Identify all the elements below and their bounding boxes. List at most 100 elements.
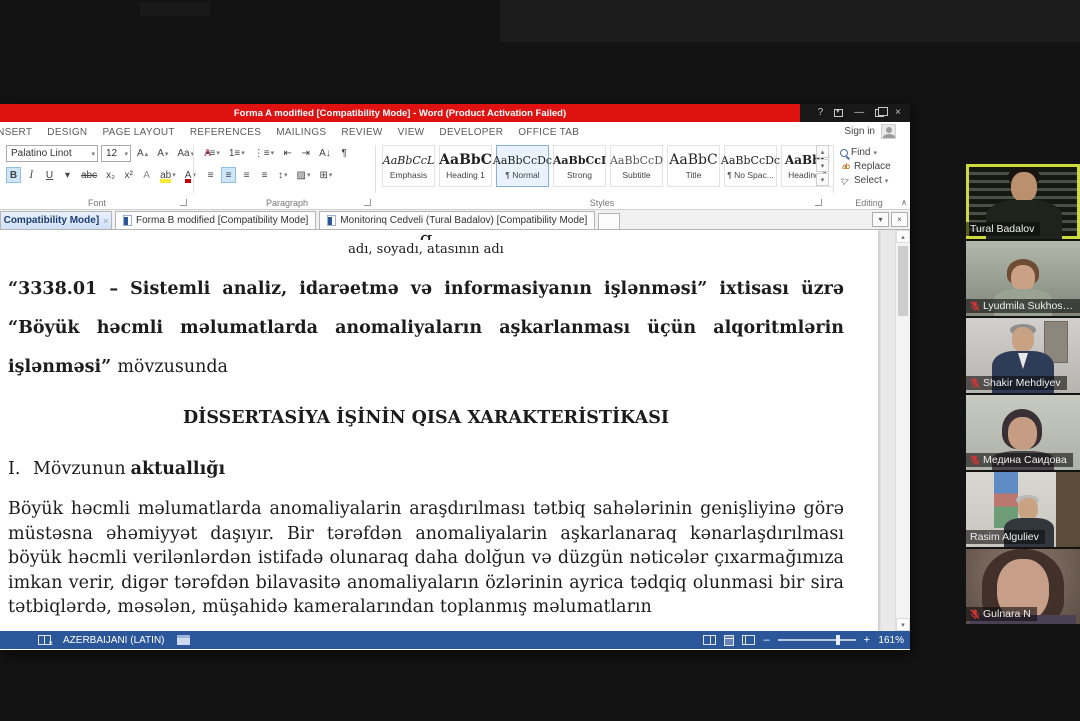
show-formatting-marks-button[interactable]: ¶ [337,145,352,161]
style-normal[interactable]: AaBbCcDc¶ Normal [496,145,549,187]
minimize-icon[interactable]: — [854,108,864,118]
language-indicator[interactable]: AZERBAIJANI (LATIN) [63,635,165,646]
style-emphasis[interactable]: AaBbCcLEmphasis [382,145,435,187]
tab-close-icon[interactable]: × [891,212,908,227]
gallery-up-icon[interactable]: ▴ [816,145,829,158]
style-strong[interactable]: AaBbCcIStrong [553,145,606,187]
close-tab-icon[interactable]: × [103,216,108,226]
ribbon-display-options-icon[interactable] [834,109,843,117]
zoom-level[interactable]: 161% [878,635,904,646]
editing-select[interactable]: Select▾ [840,174,888,187]
shading-button[interactable]: ▨▾ [294,167,314,183]
ribbon-tab-design[interactable]: DESIGN [47,125,87,138]
ribbon-tab-developer[interactable]: DEVELOPER [439,125,503,138]
ribbon-tab-page-layout[interactable]: PAGE LAYOUT [102,125,174,138]
print-layout-icon[interactable] [724,635,734,646]
topic-tail-text: mövzusunda [117,357,228,377]
grow-font-button[interactable]: A▴ [134,146,151,162]
shrink-font-button[interactable]: A▾ [154,146,171,162]
subscript-button[interactable]: x₂ [103,167,118,183]
style-no-spac[interactable]: AaBbCcDc¶ No Spac... [724,145,777,187]
style-name: Strong [567,170,592,180]
proofing-errors-icon[interactable] [38,635,51,645]
italic-button[interactable]: I [24,167,39,183]
ribbon-tab-insert[interactable]: INSERT [0,125,32,138]
font-dialog-launcher-icon[interactable] [180,199,187,206]
editing-replace[interactable]: Replace [840,160,891,173]
close-icon[interactable]: × [895,108,901,118]
zoom-slider-thumb[interactable] [836,635,840,645]
section-title-regular: Mövzunun [33,459,126,479]
document-tab-forma-b-modified-compatibility-mode[interactable]: Forma B modified [Compatibility Mode] [115,211,316,229]
borders-button[interactable]: ⊞▾ [316,167,335,183]
participant-video-tural-badalov[interactable]: Tural Badalov [966,164,1080,239]
font-name-combobox[interactable]: Palatino Linot ▾ [6,145,98,162]
editing-find[interactable]: Find▾ [840,146,877,159]
underline-dropdown-icon[interactable]: ▾ [60,167,75,183]
participant-video-rasim-alguliev[interactable]: Rasim Alguliev [966,472,1080,547]
participant-video-gulnara-n[interactable]: Gulnara N [966,549,1080,624]
gallery-more-icon[interactable]: ▾ [816,173,829,186]
numbering-button[interactable]: 1≡▾ [226,145,248,161]
multilevel-list-button[interactable]: ⋮≡▾ [251,145,277,161]
superscript-button[interactable]: x² [121,167,136,183]
zoom-in-icon[interactable]: + [864,635,870,645]
zoom-out-icon[interactable]: – [763,635,769,645]
window-title: Forma A modified [Compatibility Mode] - … [0,104,800,122]
paragraph-dialog-launcher-icon[interactable] [364,199,371,206]
ribbon-tab-office-tab[interactable]: OFFICE TAB [518,125,579,138]
vertical-scrollbar[interactable]: ▴ ▾ [895,230,910,631]
style-subtitle[interactable]: AaBbCcDSubtitle [610,145,663,187]
restore-icon[interactable] [875,109,884,117]
bullets-button[interactable]: •≡▾ [203,145,223,161]
font-size-combobox[interactable]: 12 ▾ [101,145,131,162]
body-paragraph: Böyük həcmli məlumatlarda anomaliyalarin… [8,497,844,620]
web-layout-icon[interactable] [742,635,755,645]
style-title[interactable]: AaBbCTitle [667,145,720,187]
ribbon-tab-references[interactable]: REFERENCES [190,125,261,138]
gallery-down-icon[interactable]: ▾ [816,159,829,172]
align-left-button[interactable]: ≡ [203,167,218,183]
justify-button[interactable]: ≡ [257,167,272,183]
section-number: I. [8,459,33,479]
collapse-ribbon-icon[interactable]: ∧ [901,198,907,207]
participant-video-lyudmila-sukhostat[interactable]: Lyudmila Sukhostat [966,241,1080,316]
office-tab-icon[interactable] [177,635,190,645]
ribbon-tab-review[interactable]: REVIEW [341,125,382,138]
document-page[interactable]: g adı, soyadı, atasının adı “3338.01 – S… [0,230,878,631]
participant-video-медина-саидова[interactable]: Медина Саидова [966,395,1080,470]
scroll-down-icon[interactable]: ▾ [896,618,910,631]
scrollbar-thumb[interactable] [898,246,908,316]
background-window-ghost [500,0,1080,42]
align-center-button[interactable]: ≡ [221,167,236,183]
decrease-indent-button[interactable]: ⇤ [280,145,295,161]
document-tab-label: Compatibility Mode] [4,215,100,226]
sort-button[interactable]: A↓ [316,145,334,161]
scroll-up-icon[interactable]: ▴ [896,230,910,243]
sign-in[interactable]: Sign in [844,124,896,139]
background-window-ghost [140,2,210,16]
ribbon-tab-mailings[interactable]: MAILINGS [276,125,326,138]
text-effects-button[interactable]: A [139,167,154,183]
tab-list-dropdown-icon[interactable]: ▾ [872,212,889,227]
styles-dialog-launcher-icon[interactable] [815,199,822,206]
bold-button[interactable]: B [6,167,21,183]
strikethrough-button[interactable]: abc [78,167,100,183]
font-color-button[interactable]: A▾ [182,167,199,183]
style-heading-1[interactable]: AaBbCHeading 1 [439,145,492,187]
word-doc-icon [123,215,132,226]
text-highlight-button[interactable]: ab▾ [157,167,179,183]
underline-button[interactable]: U [42,167,57,183]
ribbon-tab-view[interactable]: VIEW [398,125,425,138]
read-mode-icon[interactable] [703,635,716,645]
document-tab-compatibility-mode[interactable]: Compatibility Mode]× [0,211,112,229]
participant-video-shakir-mehdiyev[interactable]: Shakir Mehdiyev [966,318,1080,393]
document-tab-monitorinq-cedveli-tural-badalov-compatibility-mode[interactable]: Monitorinq Cedveli (Tural Badalov) [Comp… [319,211,595,229]
zoom-slider[interactable] [778,639,856,641]
account-avatar[interactable] [881,124,896,139]
increase-indent-button[interactable]: ⇥ [298,145,313,161]
line-spacing-button[interactable]: ↕▾ [275,167,291,183]
align-right-button[interactable]: ≡ [239,167,254,183]
new-tab-stub[interactable] [598,213,620,229]
help-icon[interactable]: ? [818,108,824,118]
